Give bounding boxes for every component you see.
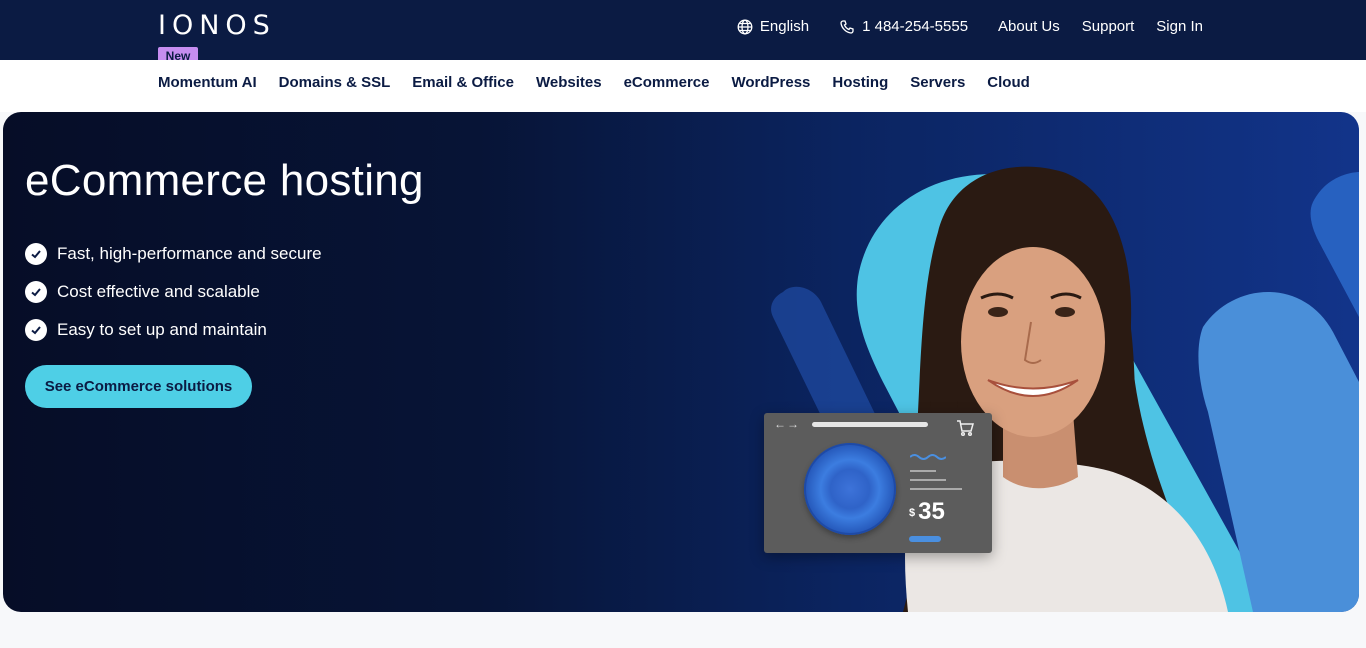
wave-decoration: [910, 454, 946, 460]
check-icon: [25, 243, 47, 265]
feature-item: Easy to set up and maintain: [25, 311, 322, 349]
ionos-logo[interactable]: IONOS: [158, 10, 276, 41]
nav-item-domains-ssl[interactable]: Domains & SSL: [279, 74, 391, 91]
top-bar: IONOS New English 1 484-254-5555 About U…: [0, 0, 1366, 65]
support-link[interactable]: Support: [1082, 18, 1135, 35]
text-line: [910, 488, 962, 490]
nav-item-wordpress[interactable]: WordPress: [731, 74, 810, 91]
currency-symbol: $: [909, 506, 916, 519]
nav-item-websites[interactable]: Websites: [536, 74, 602, 91]
plate-image: [804, 443, 896, 535]
hero-title: eCommerce hosting: [25, 156, 424, 205]
feature-item: Fast, high-performance and secure: [25, 235, 322, 273]
hero-banner: eCommerce hosting Fast, high-performance…: [3, 112, 1359, 612]
about-us-link[interactable]: About Us: [998, 18, 1060, 35]
feature-text: Cost effective and scalable: [57, 282, 260, 301]
nav-item-momentum-ai[interactable]: Momentum AI: [158, 74, 257, 91]
nav-item-servers[interactable]: Servers: [910, 74, 965, 91]
phone-link[interactable]: 1 484-254-5555: [839, 18, 968, 35]
check-icon: [25, 319, 47, 341]
text-line: [910, 470, 936, 472]
nav-item-cloud[interactable]: Cloud: [987, 74, 1030, 91]
main-nav: Momentum AI Domains & SSL Email & Office…: [0, 60, 1366, 112]
feature-list: Fast, high-performance and secure Cost e…: [25, 235, 322, 349]
feature-item: Cost effective and scalable: [25, 273, 322, 311]
see-ecommerce-solutions-button[interactable]: See eCommerce solutions: [25, 365, 252, 408]
feature-text: Easy to set up and maintain: [57, 320, 267, 339]
price-label: $35: [909, 498, 945, 526]
feature-text: Fast, high-performance and secure: [57, 244, 322, 263]
browser-arrows-icon: ←→: [774, 417, 800, 431]
check-icon: [25, 281, 47, 303]
product-card-illustration: ←→ $35: [764, 413, 992, 553]
price-value: 35: [918, 498, 945, 525]
text-line: [910, 479, 946, 481]
url-bar: [812, 422, 928, 427]
nav-item-hosting[interactable]: Hosting: [832, 74, 888, 91]
nav-item-ecommerce[interactable]: eCommerce: [624, 74, 710, 91]
globe-icon: [737, 19, 753, 35]
phone-number: 1 484-254-5555: [862, 18, 969, 35]
cart-icon: [956, 419, 976, 442]
sign-in-link[interactable]: Sign In: [1156, 18, 1203, 35]
language-label: English: [759, 18, 810, 35]
language-selector[interactable]: English: [737, 18, 809, 35]
buy-pill: [909, 536, 941, 542]
top-links: English 1 484-254-5555 About Us Support …: [737, 18, 1203, 35]
phone-icon: [839, 19, 855, 35]
nav-item-email-office[interactable]: Email & Office: [412, 74, 514, 91]
